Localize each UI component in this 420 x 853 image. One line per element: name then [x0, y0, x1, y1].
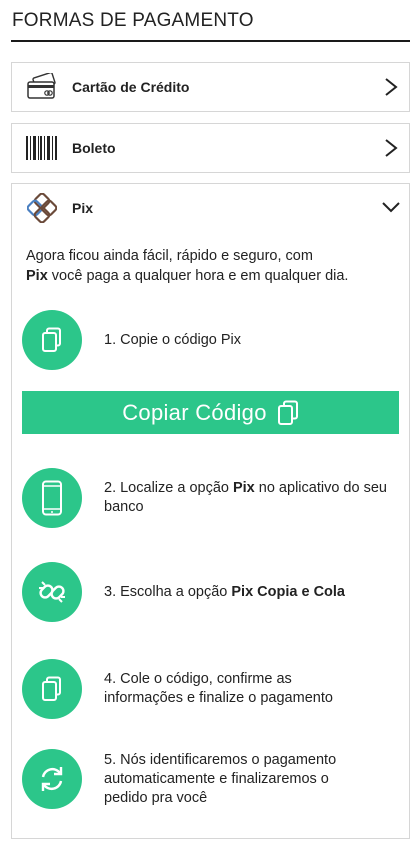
payment-method-pix: Pix Agora ficou ainda fácil, rápido e se… [11, 183, 410, 839]
copy-icon [277, 400, 299, 426]
refresh-icon [22, 749, 82, 809]
chevron-right-icon [385, 139, 398, 157]
payment-method-label: Pix [72, 200, 94, 216]
pix-step-3: 3. Escolha a opção Pix Copia e Cola [22, 562, 402, 622]
copy-code-button[interactable]: Copiar Código [22, 391, 399, 434]
pix-intro-line2: você paga a qualquer hora e em qualquer … [47, 268, 349, 284]
pix-step-5: 5. Nós identificaremos o pagamento autom… [22, 749, 402, 809]
pix-header[interactable]: Pix [12, 184, 409, 232]
link-icon [22, 562, 82, 622]
step-text: 2. Localize a opção Pix no aplicativo do… [104, 480, 387, 515]
pix-intro-text: Agora ficou ainda fácil, rápido e seguro… [26, 246, 396, 286]
step-text: 1. Copie o código Pix [104, 331, 242, 348]
pix-step-4: 4. Cole o código, confirme as informaçõe… [22, 659, 402, 719]
pix-intro-bold: Pix [26, 268, 48, 284]
chevron-right-icon [385, 78, 398, 96]
copy-code-label: Copiar Código [122, 399, 267, 425]
page-title: FORMAS DE PAGAMENTO [12, 10, 254, 31]
pix-step-2: 2. Localize a opção Pix no aplicativo do… [22, 468, 402, 528]
barcode-icon [12, 124, 72, 172]
step-text: 3. Escolha a opção Pix Copia e Cola [104, 583, 345, 600]
pix-logo-icon [12, 184, 72, 232]
step-text: 5. Nós identificaremos o pagamento autom… [104, 751, 337, 806]
chevron-down-icon[interactable] [381, 200, 401, 214]
copy-icon [22, 659, 82, 719]
page-header: FORMAS DE PAGAMENTO [11, 0, 410, 42]
pix-step-1: 1. Copie o código Pix [22, 310, 402, 370]
step-text: 4. Cole o código, confirme as informaçõe… [104, 671, 333, 706]
payment-method-label: Boleto [72, 140, 116, 156]
payment-method-label: Cartão de Crédito [72, 79, 190, 95]
payment-method-credit-card[interactable]: Cartão de Crédito [11, 62, 410, 112]
credit-card-icon [12, 63, 72, 111]
smartphone-icon [22, 468, 82, 528]
copy-icon [22, 310, 82, 370]
payment-method-boleto[interactable]: Boleto [11, 123, 410, 173]
pix-intro-line1: Agora ficou ainda fácil, rápido e seguro… [26, 248, 313, 264]
